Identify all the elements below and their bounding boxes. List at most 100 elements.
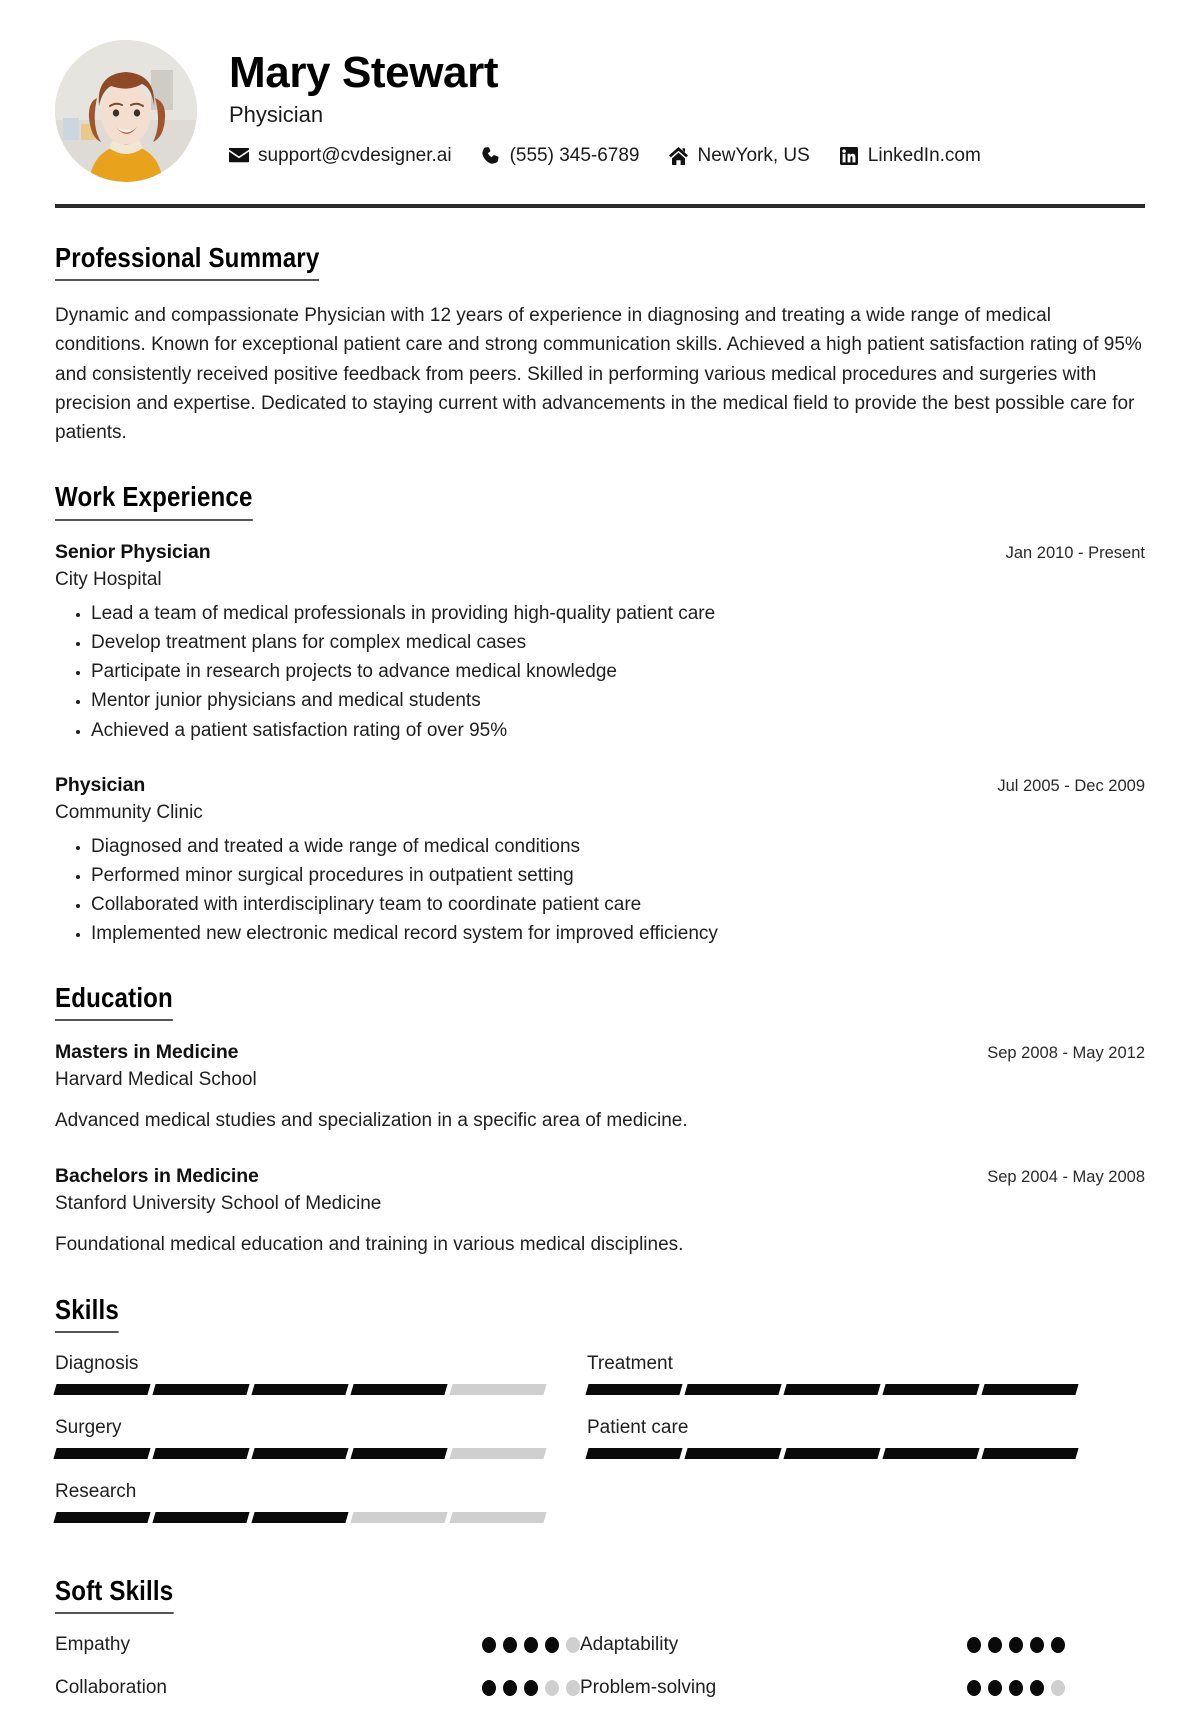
list-item: Develop treatment plans for complex medi… <box>91 630 1145 656</box>
soft-skill-label: Empathy <box>55 1634 130 1656</box>
education-entry-description: Foundational medical education and train… <box>55 1234 684 1256</box>
skill-bar-segment <box>53 1447 151 1459</box>
avatar <box>55 40 197 182</box>
rating-dot <box>545 1680 559 1697</box>
rating-dot <box>566 1637 580 1654</box>
skill-bar-segment <box>882 1383 980 1395</box>
work-entry-date: Jul 2005 - Dec 2009 <box>997 776 1145 795</box>
soft-skill-item: Problem-solving <box>580 1677 1065 1699</box>
skill-item: Treatment <box>585 1352 1079 1395</box>
skill-label: Patient care <box>587 1416 689 1438</box>
education-entry-title: Bachelors in Medicine <box>55 1165 259 1188</box>
rating-dot <box>1030 1637 1044 1654</box>
contact-location-label: NewYork, US <box>697 144 810 166</box>
skill-item: Patient care <box>585 1416 1079 1459</box>
education-entry-title: Masters in Medicine <box>55 1040 239 1063</box>
contact-phone[interactable]: (555) 345-6789 <box>481 145 640 167</box>
soft-skill-item: Empathy <box>55 1634 580 1656</box>
rating-dot <box>545 1637 559 1654</box>
rating-dot <box>566 1680 580 1697</box>
skill-item: Research <box>53 1480 547 1523</box>
rating-dot <box>503 1637 517 1654</box>
education-entry: Masters in Medicine Sep 2008 - May 2012 … <box>55 1041 1145 1136</box>
soft-skill-rating <box>967 1637 1065 1654</box>
contact-linkedin[interactable]: LinkedIn.com <box>839 145 981 167</box>
soft-skill-rating <box>482 1637 580 1654</box>
soft-skill-label: Collaboration <box>55 1677 167 1699</box>
work-entry-bullets: Diagnosed and treated a wide range of me… <box>55 834 1145 948</box>
education-entry-school: Stanford University School of Medicine <box>55 1193 382 1215</box>
education-entry-description: Advanced medical studies and specializat… <box>55 1109 688 1131</box>
work-entry-bullets: Lead a team of medical professionals in … <box>55 601 1145 744</box>
skill-bar-segment <box>684 1447 782 1459</box>
section-skills: Skills Diagnosis Treatment Surgery Patient … <box>53 1294 1145 1545</box>
home-icon <box>669 146 689 166</box>
list-item: Implemented new electronic medical recor… <box>91 921 1145 947</box>
rating-dot <box>967 1637 981 1654</box>
list-item: Achieved a patient satisfaction rating o… <box>91 718 1145 744</box>
phone-icon <box>481 146 501 166</box>
skill-label: Diagnosis <box>55 1352 139 1374</box>
work-entry: Physician Jul 2005 - Dec 2009 Community … <box>55 774 1145 948</box>
skill-level-bar <box>585 1447 1079 1459</box>
contact-email-label: support@cvdesigner.ai <box>258 144 452 166</box>
skill-bar-segment <box>783 1383 881 1395</box>
skill-bar-segment <box>585 1447 683 1459</box>
envelope-icon <box>229 146 249 166</box>
skill-bar-segment <box>449 1447 547 1459</box>
section-professional-summary: Professional Summary Dynamic and compass… <box>55 242 1145 447</box>
section-education: Education Masters in Medicine Sep 2008 -… <box>55 982 1145 1260</box>
rating-dot <box>967 1680 981 1697</box>
soft-skill-item: Collaboration <box>55 1677 580 1699</box>
section-work-experience: Work Experience Senior Physician Jan 201… <box>55 481 1145 947</box>
resume-header: Mary Stewart Physician support@cvdesigne… <box>55 30 1145 182</box>
skill-level-bar <box>53 1383 547 1395</box>
education-entry-date: Sep 2004 - May 2008 <box>987 1168 1145 1187</box>
skill-bar-segment <box>449 1383 547 1395</box>
skill-label: Treatment <box>587 1352 673 1374</box>
contact-row: support@cvdesigner.ai (555) 345-6789 New… <box>229 145 1145 167</box>
rating-dot <box>988 1637 1002 1654</box>
soft-skill-label: Problem-solving <box>580 1677 717 1699</box>
skill-label: Surgery <box>55 1416 122 1438</box>
contact-email[interactable]: support@cvdesigner.ai <box>229 145 452 167</box>
skill-bar-segment <box>251 1447 349 1459</box>
section-heading-summary: Professional Summary <box>55 242 320 282</box>
rating-dot <box>524 1680 538 1697</box>
list-item: Performed minor surgical procedures in o… <box>91 863 1145 889</box>
skill-bar-segment <box>449 1511 547 1523</box>
soft-skill-rating <box>967 1680 1065 1697</box>
contact-location[interactable]: NewYork, US <box>669 145 810 167</box>
section-heading-work: Work Experience <box>55 481 253 521</box>
skills-grid: Diagnosis Treatment Surgery Patient care Res… <box>53 1352 1145 1545</box>
skill-bar-segment <box>53 1383 151 1395</box>
list-item: Mentor junior physicians and medical stu… <box>91 688 1145 714</box>
skill-bar-segment <box>882 1447 980 1459</box>
soft-skills-grid: Empathy Adaptability Collaboration Problem-… <box>55 1634 1145 1720</box>
section-soft-skills: Soft Skills Empathy Adaptability Collabora… <box>55 1575 1145 1720</box>
work-entry-title: Senior Physician <box>55 540 211 563</box>
soft-skill-item: Adaptability <box>580 1634 1065 1656</box>
rating-dot <box>482 1637 496 1654</box>
skill-bar-segment <box>152 1447 250 1459</box>
work-entry-organization: City Hospital <box>55 568 162 590</box>
list-item: Diagnosed and treated a wide range of me… <box>91 834 1145 860</box>
skill-bar-segment <box>251 1383 349 1395</box>
contact-linkedin-label: LinkedIn.com <box>867 144 981 166</box>
rating-dot <box>482 1680 496 1697</box>
section-heading-soft-skills: Soft Skills <box>55 1575 174 1615</box>
rating-dot <box>1009 1637 1023 1654</box>
skill-bar-segment <box>350 1383 448 1395</box>
section-heading-skills: Skills <box>55 1294 119 1333</box>
work-entry: Senior Physician Jan 2010 - Present City… <box>55 541 1145 744</box>
work-entry-date: Jan 2010 - Present <box>1005 543 1145 562</box>
rating-dot <box>524 1637 538 1654</box>
list-item: Participate in research projects to adva… <box>91 659 1145 685</box>
skill-bar-segment <box>981 1383 1079 1395</box>
skill-bar-segment <box>585 1383 683 1395</box>
header-text-block: Mary Stewart Physician support@cvdesigne… <box>229 40 1145 167</box>
skill-bar-segment <box>350 1447 448 1459</box>
skill-level-bar <box>53 1447 547 1459</box>
skill-item: Diagnosis <box>53 1352 547 1395</box>
skill-label: Research <box>55 1480 137 1502</box>
